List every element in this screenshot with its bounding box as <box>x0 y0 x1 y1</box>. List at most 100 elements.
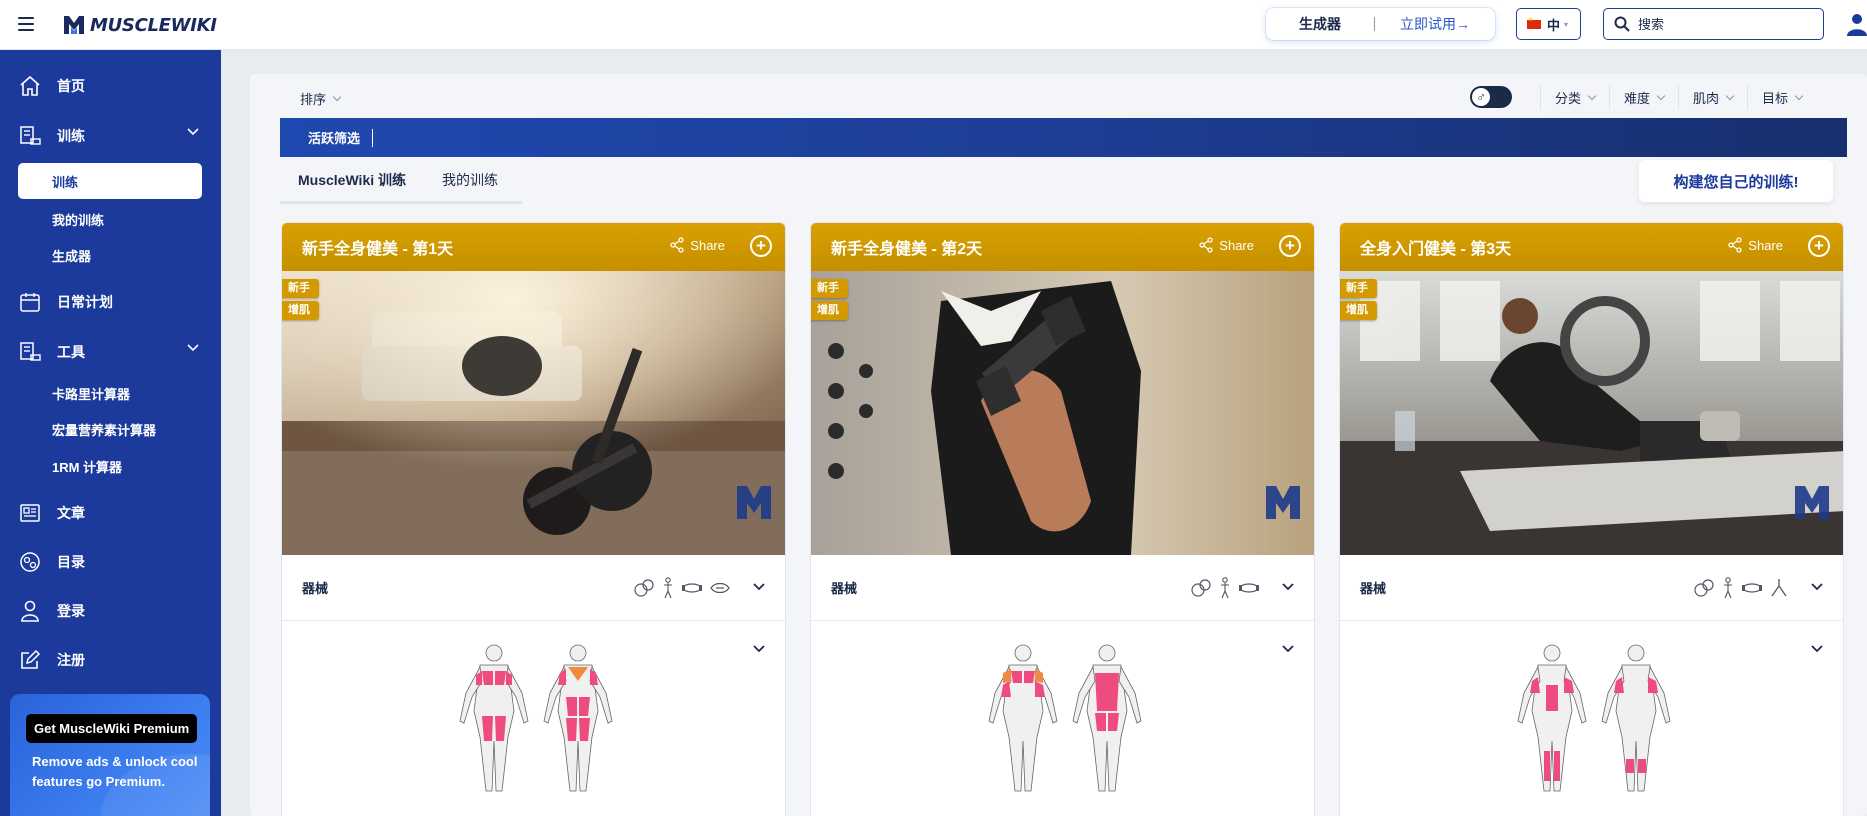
card-title: 全身入门健美 - 第3天 <box>1360 241 1512 258</box>
sidebar-item-directory[interactable]: 目录 <box>0 542 221 582</box>
sidebar-item-articles[interactable]: 文章 <box>0 493 221 533</box>
workout-card[interactable]: 新手全身健美 - 第1天 Share + 新手 增肌 器械 <box>281 222 786 816</box>
sort-dropdown[interactable]: 排序 <box>300 89 342 108</box>
logo-text: MUSCLEWIKI <box>90 14 217 36</box>
chevron-down-icon[interactable] <box>1811 583 1823 591</box>
equipment-label: 器械 <box>1360 581 1387 596</box>
chevron-down-icon[interactable] <box>1282 583 1294 591</box>
share-button[interactable]: Share <box>1727 237 1783 253</box>
home-icon <box>18 74 42 98</box>
sidebar-item-daily-plan[interactable]: 日常计划 <box>0 282 221 322</box>
muscle-map-figure <box>1517 644 1671 792</box>
sidebar-item-label: 文章 <box>57 505 85 521</box>
filter-goal[interactable]: 目标 <box>1747 84 1816 110</box>
search-input[interactable] <box>1638 16 1808 32</box>
tag-muscle-gain: 增肌 <box>1340 301 1377 320</box>
muscle-map-row[interactable] <box>1340 621 1843 816</box>
build-workout-button[interactable]: 构建您自己的训练! <box>1639 160 1833 202</box>
premium-text: Remove ads & unlock cool features go Pre… <box>32 754 198 789</box>
equipment-row[interactable]: 器械 <box>1340 555 1843 621</box>
add-icon[interactable]: + <box>750 235 772 257</box>
card-title: 新手全身健美 - 第1天 <box>302 241 454 258</box>
sidebar-subitem-my-workouts[interactable]: 我的训练 <box>18 201 202 237</box>
dumbbell-plates-icon <box>1694 579 1714 597</box>
kettlebell-icon <box>710 582 730 594</box>
workout-tabs: MuscleWiki 训练 我的训练 <box>280 170 522 204</box>
sidebar-item-login[interactable]: 登录 <box>0 591 221 631</box>
workout-photo: 新手 增肌 <box>282 271 785 555</box>
card-title: 新手全身健美 - 第2天 <box>831 241 983 258</box>
equipment-icons <box>633 577 731 599</box>
add-icon[interactable]: + <box>1279 235 1301 257</box>
search-box[interactable] <box>1603 8 1824 40</box>
chevron-down-icon[interactable] <box>753 645 765 653</box>
tools-icon <box>18 340 42 364</box>
bodyweight-icon <box>1724 577 1732 599</box>
sidebar-subitem-1rm-calculator[interactable]: 1RM 计算器 <box>18 448 202 484</box>
user-account-icon[interactable] <box>1847 12 1867 36</box>
chevron-down-icon <box>1587 91 1597 100</box>
sidebar-item-register[interactable]: 注册 <box>0 640 221 680</box>
sidebar-item-workouts[interactable]: 训练 <box>0 116 221 156</box>
chevron-down-icon[interactable] <box>1811 645 1823 653</box>
sidebar-item-tools[interactable]: 工具 <box>0 332 221 372</box>
sidebar-subitem-macro-calculator[interactable]: 宏量营养素计算器 <box>18 411 202 447</box>
share-icon <box>1728 237 1742 253</box>
tag-muscle-gain: 增肌 <box>282 301 319 320</box>
equipment-row[interactable]: 器械 <box>811 555 1314 621</box>
muscle-map-row[interactable] <box>282 621 785 816</box>
sidebar-item-label: 工具 <box>57 344 85 360</box>
sidebar-item-label: 目录 <box>57 554 85 570</box>
workout-photo: 新手 增肌 <box>811 271 1314 555</box>
directory-icon <box>18 550 42 574</box>
workout-card[interactable]: 全身入门健美 - 第3天 Share + 新手 增肌 器械 <box>1339 222 1844 816</box>
sidebar-item-label: 注册 <box>57 652 85 668</box>
chevron-down-icon <box>187 344 199 352</box>
calendar-icon <box>18 290 42 314</box>
band-icon <box>1742 583 1762 593</box>
share-label: Share <box>1219 237 1254 253</box>
filter-difficulty[interactable]: 难度 <box>1609 84 1678 110</box>
muscle-map-row[interactable] <box>811 621 1314 816</box>
trx-icon <box>1771 579 1787 597</box>
sidebar-subitem-generator[interactable]: 生成器 <box>18 237 202 273</box>
filter-category[interactable]: 分类 <box>1540 84 1609 110</box>
sidebar-item-home[interactable]: 首页 <box>0 66 221 106</box>
dumbbell-plates-icon <box>1191 579 1211 597</box>
premium-promo[interactable]: Get MuscleWiki Premium Remove ads & unlo… <box>10 694 210 816</box>
chevron-down-icon[interactable] <box>1282 645 1294 653</box>
add-icon[interactable]: + <box>1808 235 1830 257</box>
sidebar-subitem-calorie-calculator[interactable]: 卡路里计算器 <box>18 375 202 411</box>
sidebar-subitem-workouts[interactable]: 训练 <box>18 163 202 199</box>
tab-my-workouts[interactable]: 我的训练 <box>424 170 516 198</box>
chevron-down-icon[interactable] <box>753 583 765 591</box>
language-selector[interactable]: 中 ▾ <box>1516 8 1581 40</box>
try-now-link[interactable]: 立即试用→ <box>1375 14 1495 34</box>
share-button[interactable]: Share <box>1198 237 1254 253</box>
equipment-icons <box>1190 577 1260 599</box>
gender-toggle[interactable]: ♂ <box>1470 86 1512 108</box>
share-label: Share <box>1748 237 1783 253</box>
sidebar-item-label: 日常计划 <box>57 294 113 310</box>
muscle-map-figure <box>988 644 1142 792</box>
equipment-row[interactable]: 器械 <box>282 555 785 621</box>
chevron-down-icon <box>1794 91 1804 100</box>
workout-photo: 新手 增肌 <box>1340 271 1843 555</box>
share-label: Share <box>690 237 725 253</box>
chevron-down-icon <box>187 128 199 136</box>
share-button[interactable]: Share <box>669 237 725 253</box>
equipment-icons <box>1693 577 1789 599</box>
workout-card[interactable]: 新手全身健美 - 第2天 Share + 新手 增肌 器械 <box>810 222 1315 816</box>
generator-promo[interactable]: 生成器 立即试用→ <box>1266 8 1495 40</box>
card-header: 新手全身健美 - 第1天 Share + <box>282 223 785 271</box>
top-bar: MUSCLEWIKI 生成器 立即试用→ 中 ▾ <box>0 0 1867 50</box>
dumbbell-plates-icon <box>634 579 654 597</box>
band-icon <box>1239 583 1259 593</box>
filter-muscle[interactable]: 肌肉 <box>1678 84 1747 110</box>
premium-button[interactable]: Get MuscleWiki Premium <box>26 714 198 743</box>
hamburger-menu-icon[interactable] <box>18 17 34 31</box>
logo[interactable]: MUSCLEWIKI <box>62 12 217 38</box>
band-icon <box>682 583 702 593</box>
tab-musclewiki-workouts[interactable]: MuscleWiki 训练 <box>280 170 424 198</box>
card-header: 新手全身健美 - 第2天 Share + <box>811 223 1314 271</box>
